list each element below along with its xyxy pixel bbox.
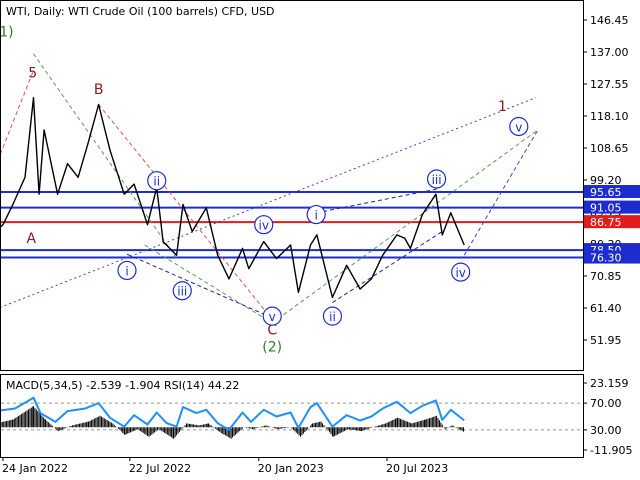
wave-label-3: A (27, 231, 37, 247)
wave-label-13: ii (329, 310, 336, 324)
wave-label-7: i (125, 264, 128, 278)
wave-label-1: 5 (28, 65, 37, 81)
y-tick-label-8: 70.85 (590, 270, 622, 283)
y-tick-label-1: 137.00 (590, 46, 629, 59)
wave-label-5: (2) (262, 340, 282, 356)
wave-label-9: iii (177, 285, 187, 299)
wave-label-15: iv (455, 266, 465, 280)
indicator-title: MACD(5,34,5) -2.539 -1.904 RSI(14) 44.22 (6, 379, 239, 392)
wti-chart: (1)5BAC(2)1iiiiiiivviiiiiiivv 146.45137.… (0, 0, 640, 480)
level-value-0: 95.65 (590, 186, 622, 199)
sub-y-tick-label-1: 70.00 (590, 397, 622, 410)
wave-label-16: v (515, 120, 522, 134)
level-value-4: 76.30 (590, 252, 622, 265)
sub-y-tick-label-0: 23.159 (590, 377, 629, 390)
sub-y-tick-label-3: -11.905 (590, 444, 632, 457)
wave-label-2: B (94, 82, 104, 98)
wave-label-12: i (314, 209, 317, 223)
level-value-1: 91.05 (590, 202, 622, 215)
wave-label-11: v (269, 310, 276, 324)
wave-label-6: 1 (498, 99, 507, 115)
wave-label-10: iv (259, 219, 269, 233)
level-value-2: 86.75 (590, 216, 622, 229)
y-tick-label-0: 146.45 (590, 14, 629, 27)
y-tick-label-9: 61.40 (590, 302, 622, 315)
y-tick-label-3: 118.10 (590, 110, 629, 123)
wave-label-8: ii (153, 175, 160, 189)
x-tick-label-1: 22 Jul 2022 (129, 462, 191, 475)
y-tick-label-10: 51.95 (590, 334, 622, 347)
wave-label-0: (1) (0, 25, 14, 41)
x-tick-label-3: 20 Jul 2023 (386, 462, 448, 475)
y-tick-label-2: 127.55 (590, 78, 629, 91)
sub-y-tick-label-2: 30.00 (590, 424, 622, 437)
y-tick-label-4: 108.65 (590, 142, 629, 155)
wave-label-14: iii (432, 173, 442, 187)
x-tick-label-0: 24 Jan 2022 (2, 462, 68, 475)
x-tick-label-2: 20 Jan 2023 (258, 462, 324, 475)
chart-title: WTI, Daily: WTI Crude Oil (100 barrels) … (6, 5, 275, 18)
